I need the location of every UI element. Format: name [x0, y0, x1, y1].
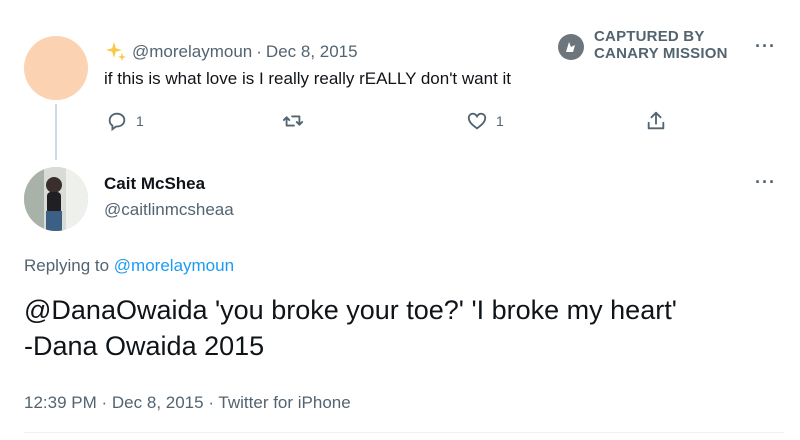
tweet-date[interactable]: Dec 8, 2015: [112, 393, 204, 412]
like-button[interactable]: 1: [466, 110, 504, 132]
share-icon: [647, 111, 665, 130]
replying-to: Replying to @morelaymoun: [24, 256, 234, 276]
focal-avatar[interactable]: [24, 167, 88, 231]
reply-button[interactable]: 1: [106, 110, 144, 132]
focal-more-button[interactable]: ···: [755, 172, 776, 193]
replying-prefix: Replying to: [24, 256, 110, 275]
parent-handle[interactable]: @morelaymoun: [132, 42, 252, 62]
reply-icon: [108, 112, 126, 132]
tweet-source[interactable]: Twitter for iPhone: [218, 393, 350, 412]
parent-avatar[interactable]: [24, 36, 88, 100]
retweet-button[interactable]: [282, 110, 304, 132]
meta-separator: ·: [208, 393, 214, 412]
reply-count: 1: [136, 113, 144, 129]
avatar-photo: [24, 167, 88, 231]
meta-separator: ·: [101, 393, 108, 412]
watermark-line1: CAPTURED BY: [594, 28, 705, 45]
tweet-meta: 12:39 PM · Dec 8, 2015 · Twitter for iPh…: [24, 393, 351, 413]
focal-handle[interactable]: @caitlinmcsheaa: [104, 200, 234, 220]
watermark-line2: CANARY MISSION: [594, 45, 728, 62]
parent-more-button[interactable]: ···: [755, 36, 776, 57]
sparkle-icon: [106, 42, 126, 61]
canary-mission-logo: [558, 34, 584, 60]
parent-tweet-header: @morelaymoun · Dec 8, 2015: [104, 40, 358, 64]
like-count: 1: [496, 113, 504, 129]
watermark-text: CAPTURED BY CANARY MISSION: [594, 28, 728, 62]
retweet-icon: [282, 115, 304, 127]
tweet-time[interactable]: 12:39 PM: [24, 393, 97, 412]
tweet-text-line1: @DanaOwaida 'you broke your toe?' 'I bro…: [24, 295, 677, 325]
parent-date[interactable]: Dec 8, 2015: [266, 42, 358, 62]
focal-tweet-text: @DanaOwaida 'you broke your toe?' 'I bro…: [24, 292, 784, 364]
parent-tweet-text: if this is what love is I really really …: [104, 69, 512, 88]
header-separator: ·: [256, 42, 262, 61]
replying-to-link[interactable]: @morelaymoun: [114, 256, 234, 275]
divider: [24, 432, 784, 433]
focal-display-name[interactable]: Cait McShea: [104, 174, 205, 194]
thread-line: [55, 104, 57, 160]
share-button[interactable]: [645, 110, 667, 132]
tweet-text-line2: -Dana Owaida 2015: [24, 331, 265, 361]
like-icon: [467, 112, 487, 130]
